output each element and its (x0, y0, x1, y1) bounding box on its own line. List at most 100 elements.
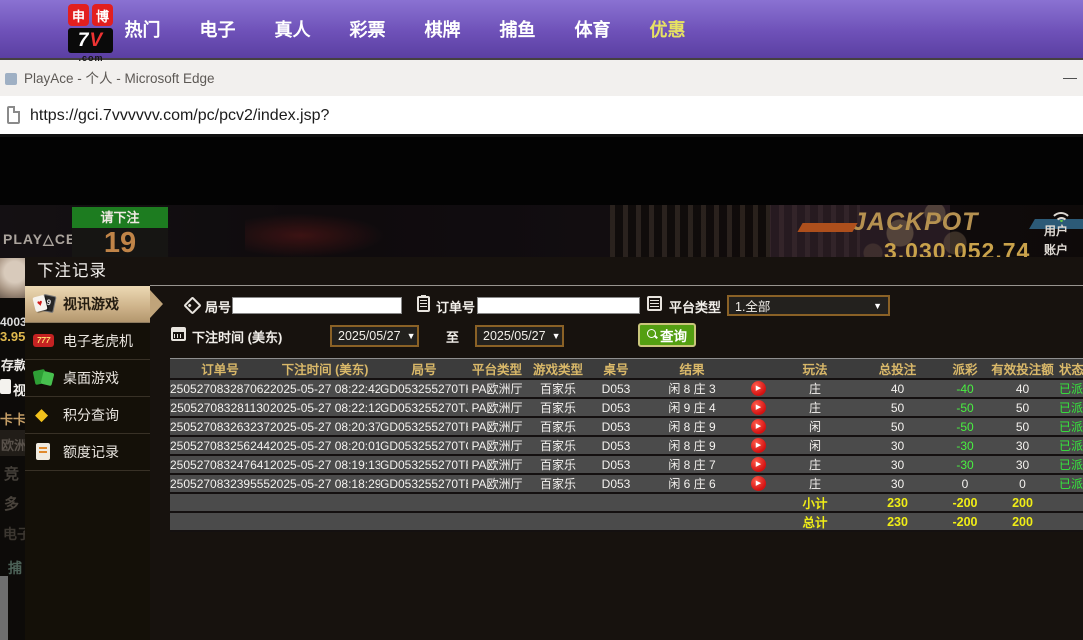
nav-item-优惠[interactable]: 优惠 (630, 16, 705, 42)
bet-time-label: 下注时间 (美东) (192, 330, 283, 345)
sidebar-item-电子老虎机[interactable]: 电子老虎机 (25, 323, 150, 360)
nav-item-捕鱼[interactable]: 捕鱼 (480, 16, 555, 42)
date-to-select[interactable]: 2025/05/27 ▼ (475, 325, 564, 347)
page-icon (7, 106, 20, 124)
nav-item-棋牌[interactable]: 棋牌 (405, 16, 480, 42)
table-row[interactable]: 250527083247641 2025-05-27 08:19:13 GD0532… (170, 456, 1083, 475)
table-cell: D053 (601, 381, 631, 396)
table-cell: 50 (890, 400, 905, 415)
round-number-input[interactable] (232, 297, 402, 314)
sidebar-item-label: 桌面游戏 (63, 370, 119, 386)
site-nav-items: 热门 电子 真人 彩票 棋牌 捕鱼 体育 优惠 (105, 0, 705, 58)
address-bar[interactable]: https://gci.7vvvvvv.com/pc/pcv2/index.js… (0, 96, 1083, 137)
table-cell: 庄 (808, 477, 821, 491)
table-cell: 0 (961, 476, 969, 491)
bg-fragment-deposit: 存款 (1, 358, 25, 373)
table-row[interactable]: 250527083281130 2025-05-27 08:22:12 GD0532… (170, 399, 1083, 418)
sidebar-item-label: 视讯游戏 (63, 296, 119, 312)
bg-fragment: 多 (4, 496, 20, 513)
table-row[interactable]: 250527083263237 2025-05-27 08:20:37 GD0532… (170, 418, 1083, 437)
wifi-icon (1050, 207, 1076, 222)
platform-type-value: 1.全部 (735, 300, 771, 314)
date-from-value: 2025/05/27 (338, 329, 401, 343)
table-cell: 已派彩 (1059, 401, 1083, 415)
table-cell: 已派彩 (1059, 439, 1083, 453)
platform-type-label: 平台类型 (669, 300, 722, 315)
jackpot-value: 3,030,052.74 (884, 238, 1031, 258)
play-replay-icon[interactable]: ▶ (751, 476, 766, 492)
play-replay-icon[interactable]: ▶ (751, 381, 766, 397)
grand-total-cell: 总计 (802, 516, 828, 530)
replay-cell: ▶ (742, 457, 775, 473)
table-cell: D053 (601, 457, 631, 472)
table-cell: 2025-05-27 08:18:29 (270, 476, 380, 491)
nav-item-体育[interactable]: 体育 (555, 16, 630, 42)
table-cell: 2025-05-27 08:22:12 (270, 400, 380, 415)
play-replay-icon[interactable]: ▶ (751, 400, 766, 416)
table-row[interactable]: 250527083287062 2025-05-27 08:22:42 GD0532… (170, 380, 1083, 399)
table-cell: D053 (601, 400, 631, 415)
tag-icon (183, 296, 202, 315)
table-row[interactable]: 250527083256244 2025-05-27 08:20:01 GD0532… (170, 437, 1083, 456)
play-replay-icon[interactable]: ▶ (751, 457, 766, 473)
play-replay-icon[interactable]: ▶ (751, 419, 766, 435)
play-replay-icon[interactable]: ▶ (751, 438, 766, 454)
black-spacer (0, 137, 1083, 205)
table-cell: 庄 (808, 382, 821, 396)
search-icon (647, 329, 658, 341)
table-cell: D053 (601, 476, 631, 491)
card-icon (0, 379, 11, 394)
table-cell: 30 (1015, 457, 1030, 472)
bg-fragment: 竞 (4, 466, 20, 483)
platform-type-select[interactable]: 1.全部 ▼ (727, 295, 890, 316)
column-header: 订单号 (201, 363, 239, 377)
table-row[interactable]: 250527083239555 2025-05-27 08:18:29 GD0532… (170, 475, 1083, 494)
sidebar-item-额度记录[interactable]: 额度记录 (25, 434, 150, 471)
sidebar-item-桌面游戏[interactable]: 桌面游戏 (25, 360, 150, 397)
grand-total-cell: 230 (887, 514, 908, 529)
bet-countdown: 请下注 19 (72, 207, 168, 258)
site-logo[interactable]: 申 博 7V .com (68, 4, 114, 63)
table-cell: 40 (1015, 381, 1030, 396)
chevron-down-icon: ▼ (551, 331, 561, 341)
table-cell: 50 (1015, 419, 1030, 434)
browser-tab-icon (5, 73, 17, 85)
nav-item-热门[interactable]: 热门 (105, 16, 180, 42)
ledger-icon (33, 442, 55, 462)
nav-item-彩票[interactable]: 彩票 (330, 16, 405, 42)
table-cell: GD053255270TJ (380, 400, 468, 415)
table-cell: 250527083239555 (170, 476, 270, 491)
sidebar-item-积分查询[interactable]: 积分查询 (25, 397, 150, 434)
date-to-value: 2025/05/27 (483, 329, 546, 343)
account-label: 账户 (1044, 243, 1069, 257)
table-cell: 250527083281130 (170, 400, 270, 415)
records-table: 订单号 下注时间 (美东) 局号 平台类型 游戏类型 桌号 结果 玩法 总投注 派彩 有效投注额 状态… (170, 358, 1083, 532)
table-cell: 2025-05-27 08:20:37 (270, 419, 380, 434)
table-cell: 百家乐 (539, 439, 576, 453)
table-cell: 2025-05-27 08:19:13 (270, 457, 380, 472)
table-cell: 百家乐 (539, 401, 576, 415)
table-cell: 已派彩 (1059, 458, 1083, 472)
search-button[interactable]: 查询 (638, 323, 696, 347)
table-cell: 闲 8 庄 9 (668, 420, 716, 434)
minimize-button[interactable]: — (1063, 60, 1077, 94)
clipboard-icon (417, 295, 430, 312)
table-cell: GD053255270TE (380, 476, 468, 491)
panel-title: 下注记录 (37, 262, 107, 280)
table-cell: PA欧洲厅 (471, 401, 523, 415)
nav-item-电子[interactable]: 电子 (180, 16, 255, 42)
order-number-input[interactable] (477, 297, 640, 314)
table-cell: 30 (1015, 438, 1030, 453)
subtotal-cell: 小计 (802, 497, 828, 511)
url-text[interactable]: https://gci.7vvvvvv.com/pc/pcv2/index.js… (30, 96, 329, 136)
logo-char-1: 申 (68, 4, 89, 26)
table-cell: 百家乐 (539, 420, 576, 434)
table-cell: GD053255270TK (380, 381, 468, 396)
logo-char-2: 博 (92, 4, 113, 26)
nav-item-真人[interactable]: 真人 (255, 16, 330, 42)
sidebar-item-视讯游戏[interactable]: 视讯游戏 (25, 286, 163, 323)
column-header: 玩法 (802, 363, 828, 377)
table-cell: 250527083247641 (170, 457, 270, 472)
date-from-select[interactable]: 2025/05/27 ▼ (330, 325, 419, 347)
column-header: 总投注 (878, 363, 917, 377)
